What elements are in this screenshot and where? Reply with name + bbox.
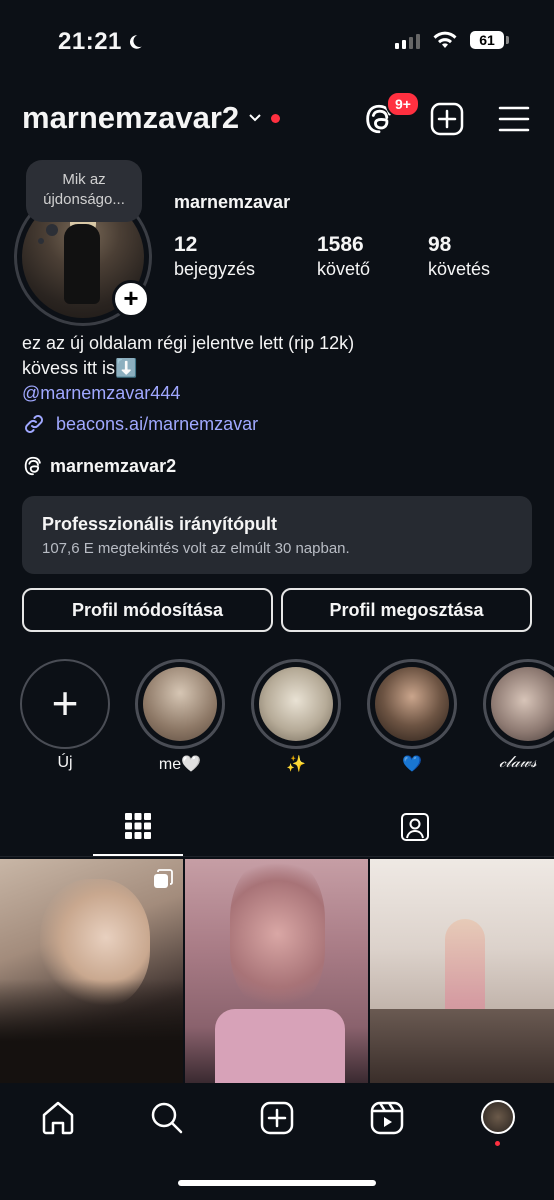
following-label: követés [428,259,491,279]
username: marnemzavar2 [22,100,240,135]
highlight-label: ✨ [286,756,306,773]
tab-divider [0,856,554,857]
posts-label: bejegyzés [174,259,256,279]
home-icon[interactable] [38,1098,78,1138]
highlight-item[interactable] [367,659,457,749]
active-tab-indicator [93,854,183,856]
threads-icon [24,456,41,476]
highlight-label: me🤍 [158,756,202,773]
highlight-item[interactable] [483,659,554,749]
following-stat[interactable]: 98 követés [428,232,490,282]
battery-tip [506,36,509,44]
profile-tab-avatar[interactable] [481,1100,515,1134]
posts-stat[interactable]: 12 bejegyzés [174,232,255,282]
tagged-icon[interactable] [400,812,430,842]
grid-icon[interactable] [124,812,152,840]
note-bubble-tail-small [38,238,44,244]
profile-tab-dot [495,1141,500,1146]
status-time: 21:21 [58,28,144,56]
mention-link[interactable]: @marnemzavar444 [22,381,354,406]
website-link-text: beacons.ai/marnemzavar [56,413,259,434]
carousel-icon [154,869,173,888]
share-profile-button[interactable]: Profil megosztása [281,588,532,632]
reels-icon[interactable] [367,1098,407,1138]
signal-icon [395,34,420,49]
notification-badge: 9+ [386,91,420,117]
followers-count: 1586 [317,233,364,256]
note-bubble[interactable]: Mik az újdonságo... [26,160,142,222]
create-icon[interactable] [257,1098,297,1138]
bio-line-1: ez az új oldalam régi jelentve lett (rip… [22,333,355,353]
chevron-down-icon [249,114,261,122]
post-thumbnail[interactable] [370,859,554,1083]
full-name: marnemzavar [174,192,291,212]
followers-label: követő [317,259,371,279]
menu-icon[interactable] [498,104,530,134]
following-count: 98 [428,233,452,256]
new-highlight-button[interactable]: + [20,659,110,749]
wifi-icon [433,31,457,48]
add-story-button[interactable]: + [112,280,150,318]
battery-indicator: 61 [470,31,504,49]
bio: ez az új oldalam régi jelentve lett (rip… [22,331,354,406]
posts-count: 12 [174,233,198,256]
highlight-item[interactable] [251,659,341,749]
note-bubble-tail [46,224,58,236]
followers-stat[interactable]: 1586 követő [317,232,370,282]
highlight-item[interactable] [135,659,225,749]
post-thumbnail[interactable] [185,859,368,1083]
home-indicator [178,1180,376,1186]
threads-profile-link[interactable]: marnemzavar2 [22,455,176,477]
account-switcher[interactable]: marnemzavar2 [22,100,281,136]
unread-dot [271,113,281,123]
threads-handle: marnemzavar2 [50,455,177,476]
search-icon[interactable] [147,1098,187,1138]
new-post-icon[interactable] [430,102,464,136]
link-icon [25,415,43,433]
bio-line-2: kövess itt is⬇️ [22,358,138,378]
professional-dashboard[interactable]: Professzionális irányítópult 107,6 E meg… [22,496,532,574]
website-link[interactable]: beacons.ai/marnemzavar [22,412,258,436]
dashboard-subtitle: 107,6 E megtekintés volt az elmúlt 30 na… [42,540,350,557]
highlight-label: Új [57,754,73,771]
highlight-label: 💙 [402,756,422,773]
post-thumbnail[interactable] [0,859,183,1083]
dashboard-title: Professzionális irányítópult [42,514,278,534]
highlight-label: 𝒸𝓁𝒶𝓌𝓈 [499,754,537,771]
edit-profile-button[interactable]: Profil módosítása [22,588,273,632]
moon-icon [129,35,142,49]
